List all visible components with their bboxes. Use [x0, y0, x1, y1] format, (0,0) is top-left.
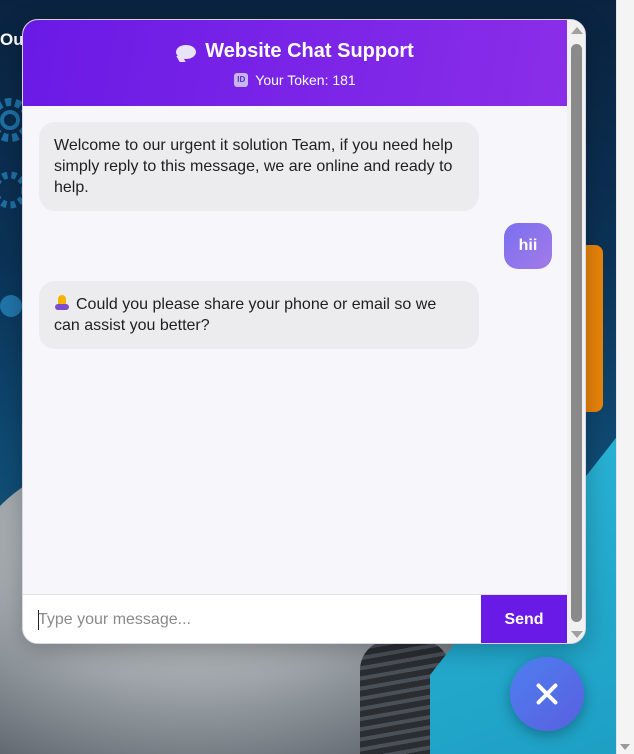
- scroll-thumb[interactable]: [571, 44, 582, 622]
- token-row: ID Your Token: 181: [23, 72, 567, 88]
- page-scrollbar[interactable]: [616, 0, 634, 754]
- close-icon: [534, 681, 560, 707]
- bot-message-text: Could you please share your phone or ema…: [54, 296, 437, 334]
- message-input-bar: Send: [23, 594, 567, 643]
- chat-title-row: Website Chat Support: [23, 40, 567, 63]
- dot-decoration: [0, 295, 22, 317]
- speech-bubble-icon: [176, 44, 197, 59]
- bot-message-text: Welcome to our urgent it solution Team, …: [54, 137, 453, 196]
- message-list: Welcome to our urgent it solution Team, …: [23, 106, 567, 594]
- message-input[interactable]: [23, 595, 481, 643]
- bot-message: Welcome to our urgent it solution Team, …: [39, 122, 479, 211]
- id-badge-icon: ID: [234, 73, 249, 87]
- orange-tab: [586, 245, 603, 412]
- chat-title: Website Chat Support: [205, 40, 414, 62]
- text-caret: [38, 610, 39, 630]
- chat-scrollbar[interactable]: [567, 20, 585, 643]
- user-message-text: hii: [518, 237, 538, 254]
- page-scroll-down-icon[interactable]: [620, 744, 630, 750]
- scroll-down-icon[interactable]: [571, 631, 583, 638]
- token-label: Your Token: 181: [255, 72, 356, 88]
- chat-header: Website Chat Support ID Your Token: 181: [23, 20, 567, 106]
- bot-message: Could you please share your phone or ema…: [39, 281, 479, 349]
- user-message: hii: [504, 223, 552, 269]
- close-chat-button[interactable]: [510, 657, 584, 731]
- chat-widget: Website Chat Support ID Your Token: 181 …: [22, 19, 586, 644]
- send-button[interactable]: Send: [481, 595, 567, 643]
- folded-hands-icon: [54, 295, 70, 311]
- scroll-up-icon[interactable]: [571, 27, 583, 34]
